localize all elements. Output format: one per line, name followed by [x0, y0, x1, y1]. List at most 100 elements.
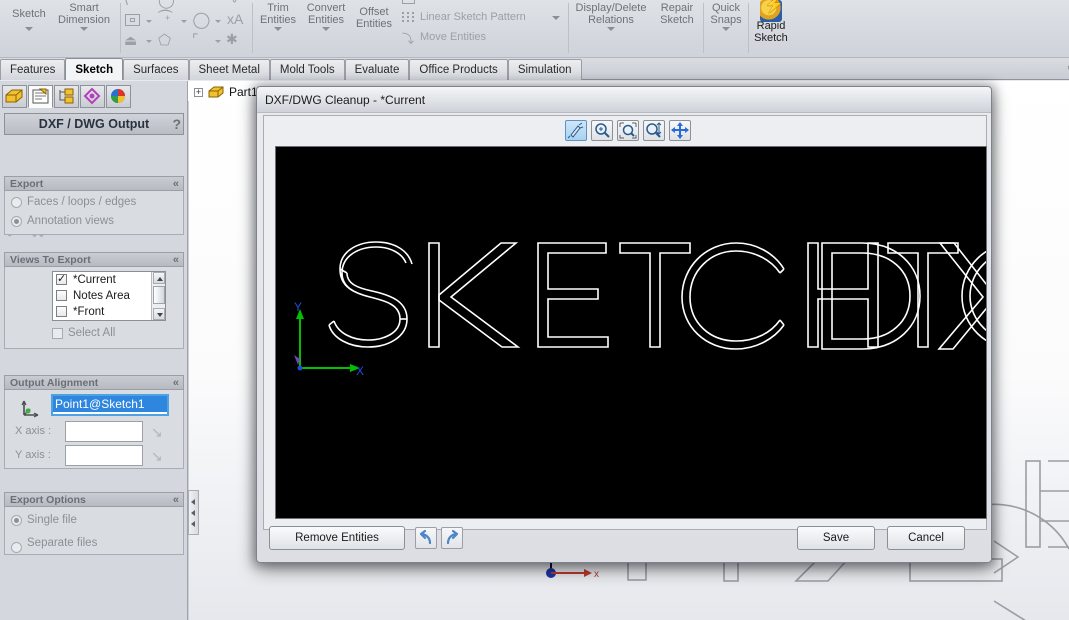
radio-separate-files[interactable]: Separate files	[5, 534, 183, 553]
dialog-footer: Remove Entities Save Cancel	[263, 526, 987, 554]
chevron-down-icon[interactable]	[25, 27, 33, 31]
chevron-down-icon[interactable]	[80, 27, 88, 31]
list-item[interactable]: Notes Area	[53, 288, 165, 304]
line-icon[interactable]: \	[124, 0, 128, 8]
chevron-down-icon[interactable]	[215, 40, 221, 43]
linear-sketch-pattern-icon[interactable]	[402, 12, 416, 24]
alignment-selection-field[interactable]: Point1@Sketch1	[51, 394, 169, 416]
chevron-down-icon[interactable]	[146, 40, 152, 43]
property-manager-tab[interactable]	[28, 85, 53, 108]
tab-mold-tools[interactable]: Mold Tools	[269, 59, 345, 80]
redo-button[interactable]	[441, 527, 463, 549]
radio-faces-loops-edges[interactable]: Faces / loops / edges	[5, 193, 183, 212]
pan-tool-icon[interactable]	[669, 120, 691, 141]
ribbon-convert-entities-button[interactable]: ◫ Convert Entities	[300, 2, 352, 31]
views-to-export-section: Views To Export « *Current Notes Area *	[4, 252, 184, 349]
mirror-entities-icon[interactable]	[402, 0, 415, 4]
cancel-button[interactable]: Cancel	[887, 526, 965, 550]
tab-simulation[interactable]: Simulation	[507, 59, 582, 80]
checkbox-icon-checked[interactable]	[56, 272, 67, 287]
scrollbar-thumb[interactable]	[153, 286, 165, 304]
tab-surfaces[interactable]: Surfaces	[123, 59, 189, 80]
text-icon[interactable]: xA	[227, 11, 243, 27]
checkbox-icon[interactable]	[56, 306, 67, 317]
cleanup-canvas[interactable]: Y X	[275, 146, 987, 519]
zoom-to-fit-tool-icon[interactable]	[643, 120, 665, 141]
tab-sheet-metal[interactable]: Sheet Metal	[188, 59, 270, 80]
chevron-down-icon[interactable]	[274, 27, 282, 31]
help-icon[interactable]: ?	[172, 114, 181, 134]
zoom-to-area-tool-icon[interactable]	[617, 120, 639, 141]
ellipse-icon[interactable]: ◯	[189, 7, 214, 33]
panel-collapse-strip[interactable]	[188, 490, 199, 535]
ribbon-trim-entities-button[interactable]: ✚ Trim Entities	[254, 0, 302, 31]
views-listbox[interactable]: *Current Notes Area *Front	[52, 271, 166, 321]
reverse-direction-icon[interactable]: ↘	[151, 448, 163, 465]
chevron-down-icon[interactable]	[146, 20, 152, 23]
checkbox-icon[interactable]	[52, 328, 63, 339]
chevron-down-icon[interactable]	[607, 27, 615, 31]
y-axis-field[interactable]	[65, 445, 143, 466]
sketch-fillet-icon[interactable]: ⌜	[192, 31, 199, 48]
radio-single-file[interactable]: Single file	[5, 511, 183, 530]
ribbon-display-delete-relations-button[interactable]: ∞ Display/Delete Relations	[570, 2, 652, 31]
point-icon[interactable]: ✱	[226, 31, 238, 48]
zoom-in-out-tool-icon[interactable]	[591, 120, 613, 141]
tab-office-products[interactable]: Office Products	[409, 59, 508, 80]
views-to-export-header[interactable]: Views To Export «	[4, 252, 184, 267]
move-entities-icon[interactable]: ⤵	[402, 30, 414, 47]
display-manager-tab[interactable]	[80, 85, 105, 108]
offset-icon: ↗	[368, 0, 381, 3]
collapse-icon[interactable]: «	[173, 253, 179, 267]
feature-manager-tree-tab[interactable]	[2, 85, 27, 108]
scroll-down-icon[interactable]	[153, 308, 165, 320]
slot-icon[interactable]: ⏏	[124, 32, 137, 49]
chevron-down-icon[interactable]	[722, 27, 730, 31]
mirror-entities-label[interactable]: Mirror Entities	[420, 0, 488, 3]
configuration-manager-tab[interactable]	[54, 85, 79, 108]
list-item[interactable]: *Current	[53, 272, 165, 288]
circle-icon[interactable]: ◯	[158, 0, 175, 9]
chevron-down-icon[interactable]	[215, 20, 221, 23]
polygon-icon[interactable]: ⬠	[158, 31, 171, 49]
dialog-title-bar[interactable]: DXF/DWG Cleanup - *Current	[257, 87, 991, 113]
collapse-icon[interactable]: «	[173, 177, 179, 191]
collapse-icon[interactable]: «	[173, 376, 179, 390]
ribbon-smart-dimension-button[interactable]: Smart Dimension	[50, 2, 118, 31]
chevron-down-icon[interactable]	[322, 27, 330, 31]
x-axis-field[interactable]	[65, 421, 143, 442]
spline-icon[interactable]: ∿	[228, 0, 238, 6]
svg-text:Y: Y	[294, 300, 302, 314]
list-item[interactable]: *Front	[53, 304, 165, 320]
checkbox-icon[interactable]	[56, 290, 67, 301]
tab-evaluate[interactable]: Evaluate	[344, 59, 410, 80]
chevron-down-icon[interactable]	[552, 16, 560, 20]
chevron-down-icon[interactable]	[181, 20, 187, 23]
scroll-up-icon[interactable]	[153, 272, 165, 284]
select-entities-tool-icon[interactable]	[565, 120, 587, 141]
collapse-icon[interactable]: «	[173, 493, 179, 507]
undo-button[interactable]	[415, 527, 437, 549]
save-button[interactable]: Save	[797, 526, 875, 550]
remove-entities-button[interactable]: Remove Entities	[269, 526, 405, 550]
output-alignment-header[interactable]: Output Alignment «	[4, 375, 184, 390]
reverse-direction-icon[interactable]: ↘	[151, 424, 163, 441]
ribbon-rapid-sketch-button[interactable]: Rapid Sketch	[750, 0, 792, 44]
move-entities-label[interactable]: Move Entities	[420, 31, 486, 43]
radio-annotation-views[interactable]: Annotation views	[5, 212, 183, 231]
ribbon-quick-snaps-button[interactable]: ◎ Quick Snaps	[705, 2, 747, 31]
listbox-scrollbar[interactable]	[151, 272, 165, 320]
tab-sketch[interactable]: Sketch	[65, 58, 124, 80]
tab-features[interactable]: Features	[0, 59, 66, 80]
ribbon-repair-sketch-button[interactable]: ✎ Repair Sketch	[654, 2, 700, 26]
export-section-header[interactable]: Export «	[4, 176, 184, 191]
arc-icon[interactable]: ⌝	[194, 0, 200, 8]
select-all-checkbox[interactable]: Select All	[52, 327, 115, 339]
linear-sketch-pattern-label[interactable]: Linear Sketch Pattern	[420, 11, 526, 23]
export-options-header[interactable]: Export Options «	[4, 492, 184, 507]
appearances-tab[interactable]	[106, 85, 131, 108]
list-item-partial[interactable]	[53, 320, 165, 321]
ribbon-offset-entities-button[interactable]: ↗ Offset Entities	[350, 0, 398, 30]
expand-icon[interactable]: +	[194, 88, 203, 97]
ribbon-sketch-button[interactable]: Sketch	[2, 8, 56, 31]
